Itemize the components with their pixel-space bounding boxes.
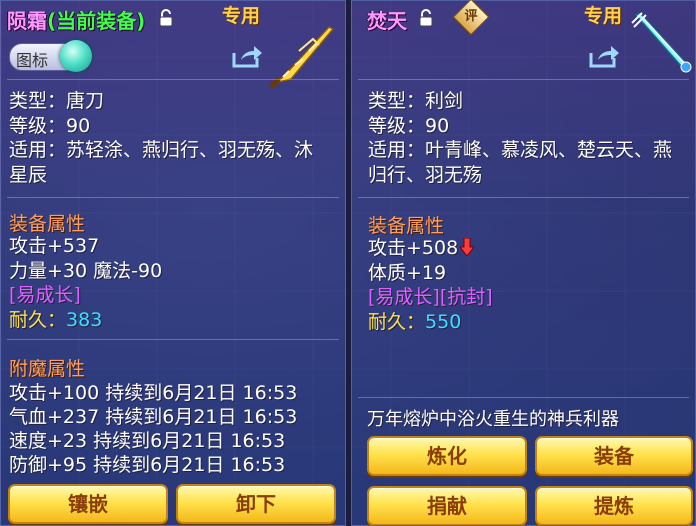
share-icon[interactable] [588,43,620,69]
right-attack: 攻击+508 [368,237,459,259]
right-item-name: 焚天 [367,9,407,33]
right-exclusive-label: 专用 [584,5,623,27]
left-attr-title: 装备属性 [9,213,86,235]
right-basic-info: 类型：利剑 等级：90 适用：叶青峰、慕凌风、楚云天、燕 归行、羽无殇 [368,89,672,187]
left-attack: 攻击+537 [9,235,100,257]
left-header-divider [7,79,339,80]
lock-icon[interactable] [158,9,174,27]
left-durability-label: 耐久： [9,308,67,331]
left-stats: 力量+30 魔法-90 [9,259,163,282]
enchant-line: 速度+23 持续到6月21日 16:53 [9,430,286,452]
left-attr-divider [7,339,339,340]
donate-button[interactable]: 捐献 [367,486,527,525]
share-icon[interactable] [231,43,263,69]
left-suitable-1: 适用：苏轻涂、燕归行、羽无殇、沐 [9,139,314,161]
right-info-divider [358,197,689,198]
enchant-line: 防御+95 持续到6月21日 16:53 [9,454,286,476]
left-growth: [易成长] [9,284,81,306]
equipped-status: (当前装备) [47,9,146,33]
right-suitable-2: 归行、羽无殇 [368,163,483,186]
inlay-button[interactable]: 镶嵌 [8,484,168,524]
right-durability-row: 耐久：550 [368,310,493,335]
left-basic-info: 类型：唐刀 等级：90 适用：苏轻涂、燕归行、羽无殇、沐 星辰 [9,89,313,187]
extract-button[interactable]: 提炼 [535,486,693,525]
left-exclusive-label: 专用 [222,5,261,27]
compare-item-panel: 焚天 专用 类型：利剑 等级：90 适用：叶青峰、慕凌风、楚云天、燕 归行、羽无… [351,0,696,526]
decrease-arrow-icon [460,238,475,256]
right-level: 等级：90 [368,114,450,137]
left-enchant-title: 附魔属性 [9,358,86,380]
icon-toggle-label: 图标 [16,51,49,70]
enchant-line: 气血+237 持续到6月21日 16:53 [9,406,298,428]
left-attributes: 攻击+537 力量+30 魔法-90 [易成长] 耐久：383 [9,234,162,332]
icon-toggle[interactable]: 图标 [9,40,92,72]
left-level: 等级：90 [9,114,91,137]
toggle-knob [60,40,92,72]
right-growth: [易成长][抗封] [368,286,493,308]
right-durability-value: 550 [425,310,462,333]
left-suitable-2: 星辰 [9,163,48,186]
lock-icon[interactable] [418,9,434,27]
equipped-item-panel: 陨霜(当前装备) 专用 图标 类型：唐刀 等级：90 适用：苏轻涂、燕归行、羽无… [0,0,346,526]
left-durability-value: 383 [66,308,103,331]
left-durability-row: 耐久：383 [9,308,162,333]
right-attr-divider [358,397,689,398]
right-attr-title: 装备属性 [368,215,445,237]
right-attack-row: 攻击+508 [368,236,493,261]
refine-button[interactable]: 炼化 [367,436,527,476]
weapon-sword-icon [631,12,692,73]
right-header-divider [358,79,689,80]
left-item-name: 陨霜 [7,9,47,33]
unequip-button[interactable]: 卸下 [176,484,336,524]
enchant-line: 攻击+100 持续到6月21日 16:53 [9,382,298,404]
evaluate-badge-label: 评 [464,9,478,24]
right-attributes: 攻击+508 体质+19 [易成长][抗封] 耐久：550 [368,236,493,334]
left-type: 类型：唐刀 [9,90,105,112]
right-durability-label: 耐久： [368,310,426,333]
left-info-divider [7,197,339,198]
right-suitable-1: 适用：叶青峰、慕凌风、楚云天、燕 [368,139,673,161]
right-type: 类型：利剑 [368,90,464,112]
right-stats: 体质+19 [368,261,447,284]
item-description: 万年熔炉中浴火重生的神兵利器 [367,409,619,430]
equip-button[interactable]: 装备 [535,436,693,476]
left-item-title: 陨霜(当前装备) [7,5,145,34]
